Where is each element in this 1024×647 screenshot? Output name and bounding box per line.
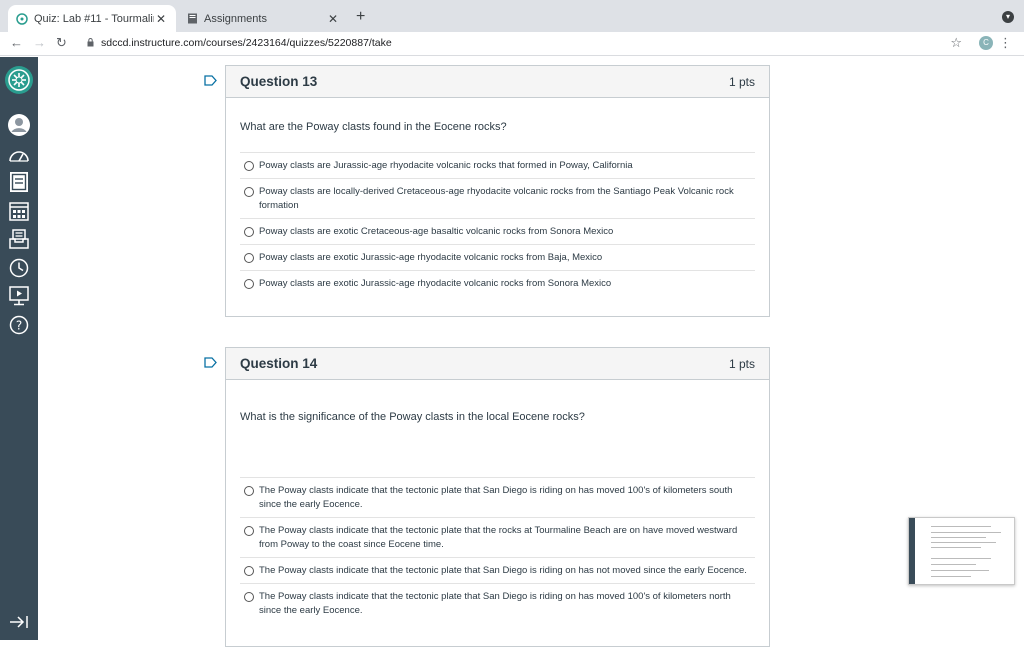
radio-button[interactable] [244, 486, 254, 496]
reload-icon[interactable]: ↻ [56, 35, 67, 51]
tab-quiz[interactable]: Quiz: Lab #11 - Tourmaline Bea ✕ [8, 5, 176, 32]
tab-title: Quiz: Lab #11 - Tourmaline Bea [34, 12, 154, 25]
answer-label: Poway clasts are Jurassic-age rhyodacite… [259, 160, 633, 171]
screenshot-thumbnail[interactable] [908, 517, 1015, 585]
collapse-nav-icon[interactable] [6, 609, 32, 635]
browser-menu-icon[interactable]: ⋮ [999, 35, 1012, 51]
answer-label: Poway clasts are exotic Cretaceous-age b… [259, 226, 614, 237]
dashboard-icon[interactable] [6, 142, 32, 168]
flag-question-icon[interactable] [204, 357, 217, 368]
global-navigation: ? [0, 57, 38, 640]
browser-tab-bar: Quiz: Lab #11 - Tourmaline Bea ✕ Assignm… [0, 0, 1024, 32]
bookmark-star-icon[interactable]: ☆ [950, 35, 962, 51]
tab-search-icon[interactable]: ▾ [1002, 11, 1014, 23]
thumbnail-line [931, 564, 976, 565]
radio-button[interactable] [244, 187, 254, 197]
question-text: What are the Poway clasts found in the E… [240, 121, 507, 133]
page-favicon-icon [186, 13, 198, 25]
answer-label: Poway clasts are locally-derived Cretace… [259, 186, 734, 211]
canvas-logo-icon[interactable] [3, 64, 35, 96]
answer-label: Poway clasts are exotic Jurassic-age rhy… [259, 278, 612, 289]
back-icon[interactable]: ← [10, 35, 23, 50]
forward-icon[interactable]: → [33, 35, 46, 50]
answer-label: The Poway clasts indicate that the tecto… [259, 591, 731, 616]
thumbnail-line [931, 558, 991, 559]
radio-button[interactable] [244, 566, 254, 576]
tab-title: Assignments [204, 12, 267, 25]
canvas-favicon-icon [16, 12, 28, 25]
profile-avatar[interactable]: C [979, 36, 993, 50]
answer-option[interactable]: The Poway clasts indicate that the tecto… [240, 557, 755, 583]
thumbnail-line [931, 532, 1001, 533]
answer-option[interactable]: The Poway clasts indicate that the tecto… [240, 583, 755, 623]
inbox-icon[interactable] [6, 226, 32, 252]
radio-button[interactable] [244, 253, 254, 263]
question-header: Question 14 1 pts [226, 348, 769, 380]
help-icon[interactable]: ? [6, 312, 32, 338]
question-text: What is the significance of the Poway cl… [240, 411, 585, 423]
thumbnail-sidebar [909, 518, 915, 584]
answer-list: The Poway clasts indicate that the tecto… [240, 477, 755, 623]
question-points: 1 pts [728, 356, 755, 371]
answer-label: Poway clasts are exotic Jurassic-age rhy… [259, 252, 603, 263]
question-title: Question 14 [240, 356, 318, 371]
thumbnail-line [931, 576, 971, 577]
thumbnail-line [931, 537, 986, 538]
answer-option[interactable]: Poway clasts are exotic Jurassic-age rhy… [240, 270, 755, 296]
radio-button[interactable] [244, 279, 254, 289]
thumbnail-line [931, 542, 996, 543]
answer-label: The Poway clasts indicate that the tecto… [259, 485, 733, 510]
close-tab-icon[interactable]: ✕ [326, 12, 340, 26]
radio-button[interactable] [244, 526, 254, 536]
answer-label: The Poway clasts indicate that the tecto… [259, 525, 738, 550]
studio-icon[interactable] [6, 283, 32, 309]
svg-text:?: ? [16, 319, 22, 333]
flag-question-icon[interactable] [204, 75, 217, 86]
browser-toolbar: ← → ↻ sdccd.instructure.com/courses/2423… [0, 32, 1024, 56]
tab-assignments[interactable]: Assignments ✕ [178, 5, 348, 32]
thumbnail-line [931, 570, 989, 571]
question-header: Question 13 1 pts [226, 66, 769, 98]
radio-button[interactable] [244, 592, 254, 602]
answer-label: The Poway clasts indicate that the tecto… [259, 565, 747, 576]
question-13: Question 13 1 pts What are the Poway cla… [225, 65, 770, 317]
answer-option[interactable]: Poway clasts are exotic Jurassic-age rhy… [240, 244, 755, 270]
account-icon[interactable] [6, 112, 32, 138]
close-tab-icon[interactable]: ✕ [154, 12, 168, 26]
courses-icon[interactable] [6, 169, 32, 195]
question-title: Question 13 [240, 74, 318, 89]
url-bar[interactable]: sdccd.instructure.com/courses/2423164/qu… [101, 37, 392, 49]
lock-icon [87, 38, 94, 47]
answer-option[interactable]: Poway clasts are exotic Cretaceous-age b… [240, 218, 755, 244]
answer-option[interactable]: Poway clasts are locally-derived Cretace… [240, 178, 755, 218]
radio-button[interactable] [244, 227, 254, 237]
answer-option[interactable]: The Poway clasts indicate that the tecto… [240, 477, 755, 517]
answer-list: Poway clasts are Jurassic-age rhyodacite… [240, 152, 755, 296]
history-icon[interactable] [6, 255, 32, 281]
thumbnail-line [931, 526, 991, 527]
new-tab-icon[interactable]: + [356, 8, 365, 26]
thumbnail-line [931, 547, 981, 548]
question-points: 1 pts [728, 74, 755, 89]
radio-button[interactable] [244, 161, 254, 171]
calendar-icon[interactable] [6, 198, 32, 224]
answer-option[interactable]: The Poway clasts indicate that the tecto… [240, 517, 755, 557]
question-14: Question 14 1 pts What is the significan… [225, 347, 770, 647]
answer-option[interactable]: Poway clasts are Jurassic-age rhyodacite… [240, 152, 755, 178]
